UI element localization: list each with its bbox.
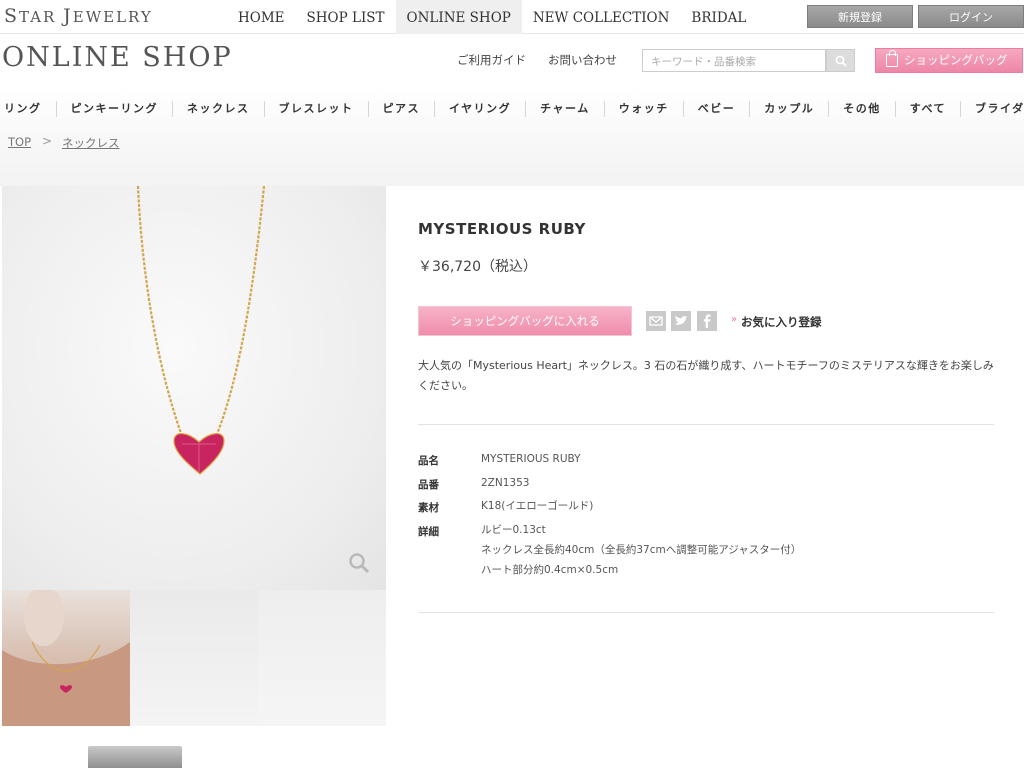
category-nav: リング ピンキーリング ネックレス ブレスレット ピアス イヤリング チャーム … [0,88,1024,130]
product-thumbnail-3[interactable] [258,590,386,726]
spec-name-value: MYSTERIOUS RUBY [481,453,581,465]
breadcrumb-top-link[interactable]: TOP [8,135,31,149]
top-bar: STAR JEWELRY HOME SHOP LIST ONLINE SHOP … [0,0,1024,34]
spec-detail-label: 詳細 [418,526,439,538]
category-pierced[interactable]: ピアス [367,101,435,117]
search-button[interactable] [826,49,855,72]
spec-detail-line-2: ネックレス全長約40cm（全長約37cmへ調整可能アジャスター付） [481,544,802,556]
breadcrumb: TOP > ネックレス [0,130,1024,186]
top-nav: HOME SHOP LIST ONLINE SHOP NEW COLLECTIO… [227,0,757,34]
spec-name-label: 品名 [418,455,439,467]
brand-logo[interactable]: STAR JEWELRY [4,5,153,27]
search-icon [835,55,847,67]
register-button[interactable]: 新規登録 [807,5,913,28]
nav-shop-list[interactable]: SHOP LIST [296,0,396,34]
spec-code-value: 2ZN1353 [481,477,530,489]
shopping-bag-button[interactable]: ショッピングバッグ [875,48,1023,73]
breadcrumb-separator-icon: > [42,134,53,148]
product-price: ￥36,720（税込） [418,259,537,275]
spec-code-label: 品番 [418,479,439,491]
breadcrumb-necklace-link[interactable]: ネックレス [62,135,120,151]
spec-material-label: 素材 [418,502,439,514]
nav-bridal[interactable]: BRIDAL [680,0,757,34]
category-baby[interactable]: ベビー [682,101,750,117]
product-box-image [88,746,182,768]
facebook-share-icon[interactable] [697,311,717,331]
add-to-bag-button[interactable]: ショッピングバッグに入れる [418,306,632,336]
spec-material-value: K18(イエローゴールド) [481,500,594,512]
header: ONLINE SHOP ご利用ガイド お問い合わせ キーワード・品番検索 ショッ… [0,34,1024,88]
spec-detail-line-3: ハート部分約0.4cm×0.5cm [481,564,619,576]
product-name: MYSTERIOUS RUBY [418,220,586,238]
category-watch[interactable]: ウォッチ [603,101,683,117]
favorite-arrow-icon: » [731,314,738,325]
shopping-bag-icon [886,50,898,67]
nav-new-collection[interactable]: NEW COLLECTION [522,0,681,34]
search-input[interactable]: キーワード・品番検索 [642,49,826,72]
category-charm[interactable]: チャーム [525,101,604,117]
add-to-favorites-link[interactable]: お気に入り登録 [741,314,822,330]
category-ring[interactable]: リング [0,101,56,117]
product-description: 大人気の「Mysterious Heart」ネックレス。3 石の石が織り成す、ハ… [418,359,994,392]
spec-divider-top [418,424,994,425]
category-bracelet[interactable]: ブレスレット [263,101,368,117]
contact-link[interactable]: お問い合わせ [548,52,617,68]
category-pinky-ring[interactable]: ピンキーリング [55,101,173,117]
twitter-share-icon[interactable] [671,311,691,331]
brand-text-ewelry: EWELRY [72,8,153,26]
brand-letter-s: S [4,5,20,27]
product-main-image[interactable] [2,186,386,590]
category-couple[interactable]: カップル [749,101,828,117]
necklace-illustration [136,186,266,475]
shopping-bag-label: ショッピングバッグ [904,53,1008,67]
page-title: ONLINE SHOP [2,42,233,73]
guide-link[interactable]: ご利用ガイド [457,52,526,68]
brand-letter-j: J [63,5,73,27]
product-thumbnail-1[interactable] [2,590,130,726]
spec-divider-bottom [418,612,994,613]
mail-share-icon[interactable] [646,311,666,331]
spec-detail-line-1: ルビー0.13ct [481,524,546,536]
category-all[interactable]: すべて [894,101,960,117]
category-earring[interactable]: イヤリング [434,101,525,117]
nav-home[interactable]: HOME [227,0,296,34]
model-wearing-thumbnail [2,590,130,726]
category-necklace[interactable]: ネックレス [172,101,264,117]
nav-online-shop[interactable]: ONLINE SHOP [395,0,522,34]
login-button[interactable]: ログイン [918,5,1024,28]
category-bridal[interactable]: ブライダル [960,101,1024,117]
category-other[interactable]: その他 [828,101,895,117]
brand-text-tar: TAR [19,8,64,26]
zoom-icon[interactable] [348,552,370,574]
product-thumbnail-2[interactable] [130,590,258,726]
